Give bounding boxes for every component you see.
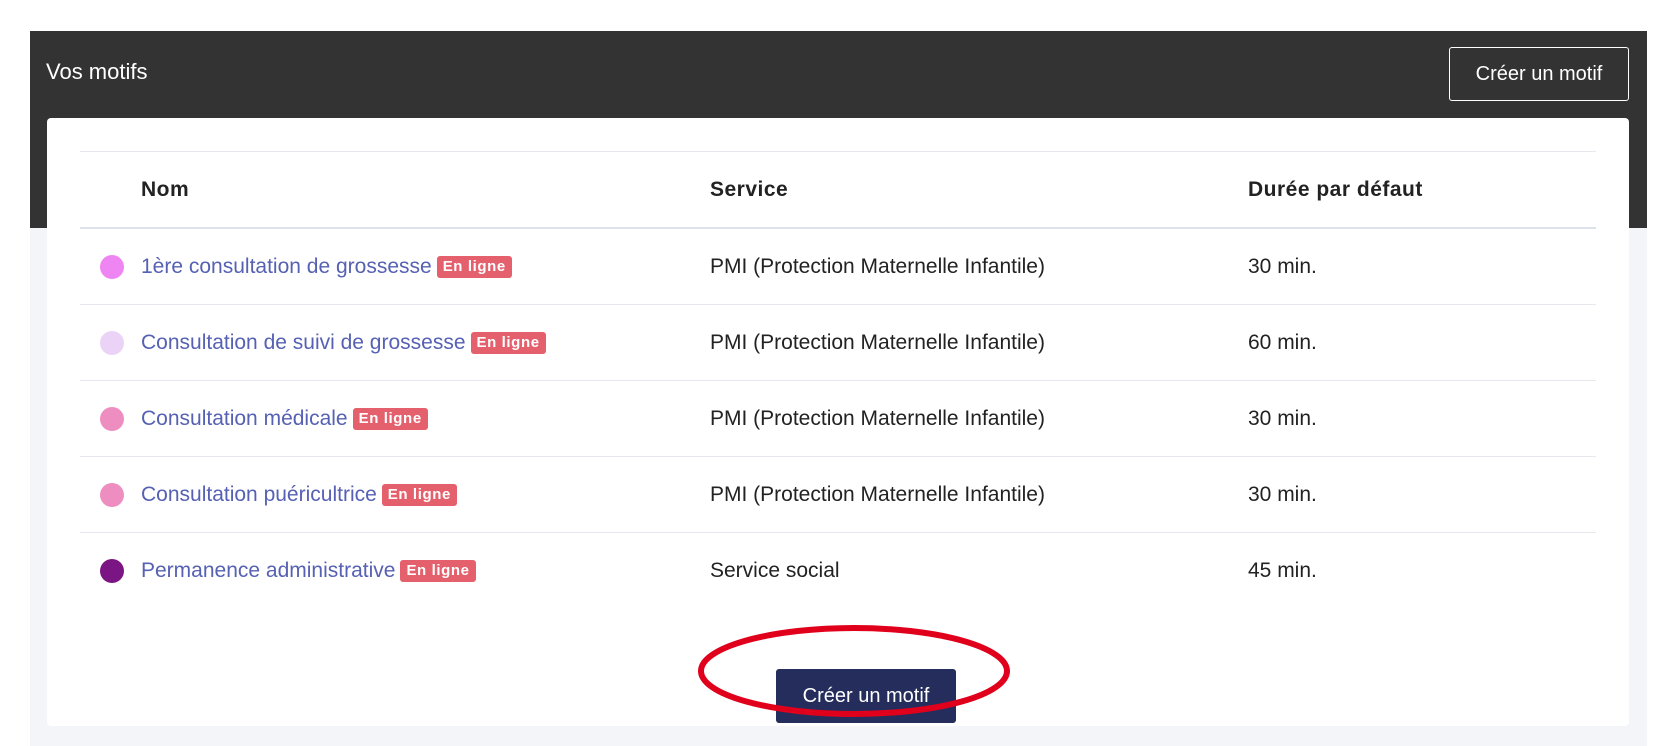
table-row: Consultation médicale En ligne PMI (Prote… xyxy=(80,380,1596,457)
motifs-table: Nom Service Durée par défaut 1ère consul… xyxy=(80,151,1596,608)
table-header-row: Nom Service Durée par défaut xyxy=(80,151,1596,229)
motif-name-cell: 1ère consultation de grossesse En ligne xyxy=(80,228,710,305)
motif-link[interactable]: Consultation puéricultrice xyxy=(141,483,377,506)
duration-cell: 60 min. xyxy=(1248,304,1596,381)
duration-cell: 30 min. xyxy=(1248,228,1596,305)
service-cell: PMI (Protection Maternelle Infantile) xyxy=(710,228,1248,305)
online-badge: En ligne xyxy=(381,483,457,506)
motif-link[interactable]: Consultation de suivi de grossesse xyxy=(141,331,466,354)
motif-color-dot xyxy=(100,558,124,583)
service-cell: Service social xyxy=(710,558,840,582)
service-cell: PMI (Protection Maternelle Infantile) xyxy=(710,456,1248,533)
column-header-duration: Durée par défaut xyxy=(1248,151,1596,229)
motif-color-dot xyxy=(100,482,124,507)
table-row: Consultation puéricultrice En ligne PMI (… xyxy=(80,456,1596,533)
motif-color-dot xyxy=(100,406,124,431)
motif-name-cell: Consultation puéricultrice En ligne xyxy=(80,456,710,533)
motif-name-cell: Permanence administrative En ligne xyxy=(80,533,710,609)
motif-color-dot xyxy=(100,330,124,355)
motif-name-cell: Consultation de suivi de grossesse En lig… xyxy=(80,304,710,381)
annotation-ellipse xyxy=(698,625,1010,717)
motif-link[interactable]: Permanence administrative xyxy=(141,559,395,582)
online-badge: En ligne xyxy=(470,331,546,354)
page-title: Vos motifs xyxy=(46,59,148,84)
table-row: Consultation de suivi de grossesse En lig… xyxy=(80,304,1596,381)
motif-link[interactable]: 1ère consultation de grossesse xyxy=(141,255,432,278)
online-badge: En ligne xyxy=(352,407,428,430)
online-badge: En ligne xyxy=(436,255,512,278)
duration-cell: 30 min. xyxy=(1248,456,1596,533)
motif-name-cell: Consultation médicale En ligne xyxy=(80,380,710,457)
table-row: 1ère consultation de grossesse En ligne P… xyxy=(80,228,1596,305)
create-motif-header-button[interactable]: Créer un motif xyxy=(1449,47,1629,101)
service-cell: PMI (Protection Maternelle Infantile) xyxy=(710,304,1248,381)
column-header-name: Nom xyxy=(80,151,710,229)
annotation-circle xyxy=(698,625,1010,717)
online-badge: En ligne xyxy=(400,559,476,582)
table-row: Permanence administrative En ligne Servic… xyxy=(80,533,1596,609)
motif-link[interactable]: Consultation médicale xyxy=(141,407,348,430)
duration-cell: 45 min. xyxy=(1248,558,1317,582)
column-header-service: Service xyxy=(710,151,1248,229)
duration-cell: 30 min. xyxy=(1248,380,1596,457)
service-cell: PMI (Protection Maternelle Infantile) xyxy=(710,380,1248,457)
motif-color-dot xyxy=(100,254,124,279)
